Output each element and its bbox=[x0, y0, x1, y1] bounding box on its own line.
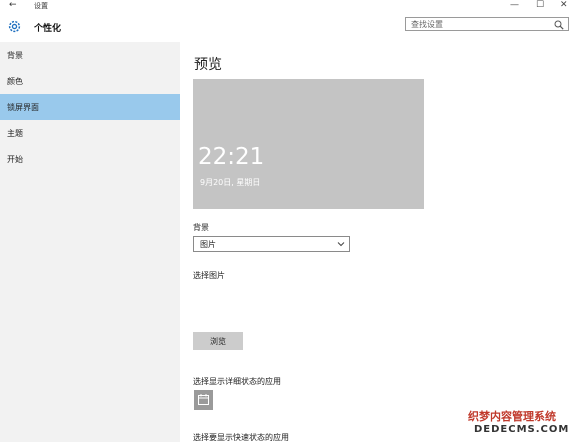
background-dropdown[interactable]: 图片 bbox=[193, 236, 350, 252]
search-icon bbox=[554, 20, 564, 30]
detail-status-app-button[interactable] bbox=[194, 390, 213, 410]
sidebar-item-background[interactable]: 背景 bbox=[0, 42, 180, 68]
minimize-button[interactable]: — bbox=[510, 0, 519, 10]
search-placeholder: 查找设置 bbox=[411, 20, 443, 29]
sidebar-item-colors[interactable]: 颜色 bbox=[0, 68, 180, 94]
calendar-icon bbox=[198, 394, 209, 405]
preview-heading: 预览 bbox=[194, 57, 222, 73]
page-title: 个性化 bbox=[34, 24, 62, 34]
detail-status-label: 选择显示详细状态的应用 bbox=[193, 377, 281, 386]
sidebar-item-label: 背景 bbox=[7, 51, 23, 60]
close-button[interactable]: ✕ bbox=[560, 0, 568, 10]
browse-button[interactable]: 浏览 bbox=[193, 332, 243, 350]
back-arrow-icon[interactable]: ← bbox=[9, 0, 17, 10]
sidebar-item-label: 颜色 bbox=[7, 77, 23, 86]
sidebar-item-label: 开始 bbox=[7, 155, 23, 164]
quick-status-label: 选择要显示快速状态的应用 bbox=[193, 433, 289, 442]
background-dropdown-value: 图片 bbox=[200, 240, 216, 249]
watermark-line-1: 织梦内容管理系统 bbox=[468, 410, 556, 423]
gear-icon bbox=[8, 20, 21, 33]
window-title: 设置 bbox=[34, 2, 48, 10]
background-label: 背景 bbox=[193, 223, 209, 232]
title-bar: ← 设置 — ☐ ✕ bbox=[0, 0, 577, 12]
chevron-down-icon bbox=[337, 242, 345, 247]
browse-button-label: 浏览 bbox=[210, 337, 226, 346]
sidebar-item-label: 锁屏界面 bbox=[7, 103, 39, 112]
watermark-line-2: DEDECMS.COM bbox=[474, 424, 570, 435]
watermark: 织梦内容管理系统 DEDECMS.COM bbox=[468, 408, 568, 440]
sidebar-item-themes[interactable]: 主题 bbox=[0, 120, 180, 146]
choose-picture-label: 选择图片 bbox=[193, 271, 225, 280]
preview-time: 22:21 bbox=[198, 144, 265, 170]
sidebar-item-lock-screen[interactable]: 锁屏界面 bbox=[0, 94, 180, 120]
sidebar-item-label: 主题 bbox=[7, 129, 23, 138]
sidebar-item-start[interactable]: 开始 bbox=[0, 146, 180, 172]
search-input[interactable]: 查找设置 bbox=[405, 17, 569, 31]
maximize-button[interactable]: ☐ bbox=[536, 0, 544, 10]
preview-date: 9月20日, 星期日 bbox=[200, 178, 261, 187]
sidebar: 背景 颜色 锁屏界面 主题 开始 bbox=[0, 42, 180, 442]
